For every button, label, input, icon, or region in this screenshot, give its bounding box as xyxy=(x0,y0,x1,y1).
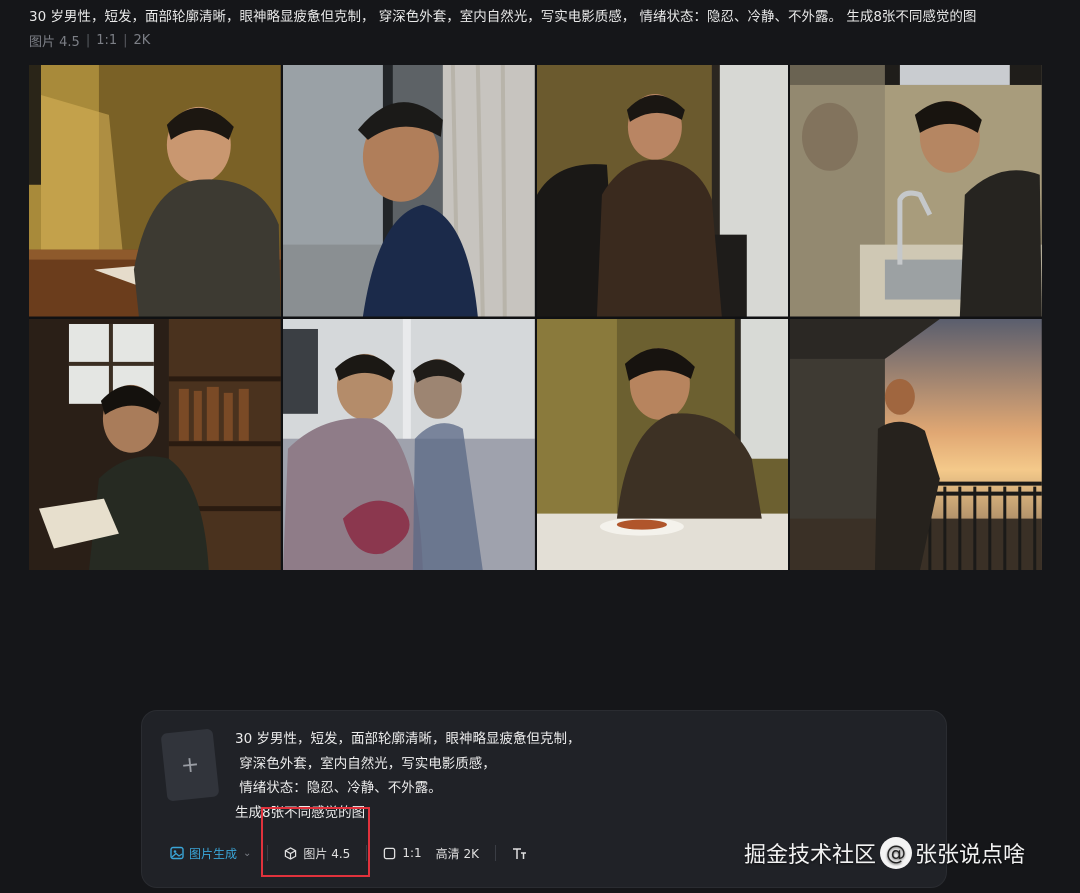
upload-reference-button[interactable]: + xyxy=(160,728,220,802)
toolbar-divider xyxy=(267,845,269,861)
watermark-left: 掘金技术社区 xyxy=(744,843,877,868)
composer-toolbar: 图片生成 ⌄ 图片 4.5 1:1 高清 2K xyxy=(170,841,533,865)
watermark-right: 张张说点啥 xyxy=(915,843,1026,868)
at-icon: @ xyxy=(880,837,913,869)
image-grid xyxy=(29,65,1042,570)
mode-selector[interactable]: 图片生成 ⌄ xyxy=(170,845,251,862)
plus-icon: + xyxy=(179,751,201,779)
generated-image-3[interactable] xyxy=(536,65,789,317)
generated-image-6[interactable] xyxy=(282,318,535,570)
aspect-ratio-icon xyxy=(384,847,396,859)
generation-meta: 图片 4.5 | 1:1 | 2K xyxy=(29,31,150,50)
meta-separator: | xyxy=(123,33,128,48)
meta-quality: 2K xyxy=(133,33,151,48)
generated-image-4[interactable] xyxy=(790,65,1042,317)
prompt-line: 情绪状态：隐忍、冷静、不外露。 xyxy=(235,780,442,796)
text-size-icon xyxy=(512,847,526,859)
quality-label: 高清 2K xyxy=(435,846,479,861)
prompt-line: 生成8张不同感觉的图 xyxy=(235,804,366,821)
cube-icon xyxy=(285,846,297,860)
model-label: 图片 4.5 xyxy=(303,846,351,861)
watermark: 掘金技术社区 @ 张张说点啥 xyxy=(744,837,1025,869)
toolbar-divider xyxy=(366,845,368,861)
prompt-line: 30 岁男性，短发，面部轮廓清晰，眼神略显疲惫但克制， xyxy=(235,731,581,747)
toolbar-divider xyxy=(494,845,496,861)
image-mode-icon xyxy=(170,846,184,860)
mode-label: 图片生成 xyxy=(189,846,238,861)
meta-separator: | xyxy=(85,33,91,48)
prompt-line: 穿深色外套，室内自然光，写实电影质感， xyxy=(235,755,496,772)
generated-image-8[interactable] xyxy=(790,318,1042,570)
prompt-input[interactable]: 30 岁男性，短发，面部轮廓清晰，眼神略显疲惫但克制， 穿深色外套，室内自然光，… xyxy=(235,727,580,825)
ratio-quality-selector[interactable]: 1:1 高清 2K xyxy=(383,845,479,862)
generated-image-7[interactable] xyxy=(536,318,789,570)
meta-model: 图片 4.5 xyxy=(29,35,80,50)
generated-image-1[interactable] xyxy=(29,65,281,317)
meta-ratio: 1:1 xyxy=(96,33,118,48)
model-selector[interactable]: 图片 4.5 xyxy=(284,845,350,862)
chevron-down-icon: ⌄ xyxy=(243,847,252,859)
generated-image-2[interactable] xyxy=(282,65,535,317)
ratio-label: 1:1 xyxy=(402,846,422,860)
generated-image-5[interactable] xyxy=(29,318,281,570)
text-style-button[interactable] xyxy=(512,847,533,860)
prompt-title: 30 岁男性，短发，面部轮廓清晰，眼神略显疲惫但克制， 穿深色外套，室内自然光，… xyxy=(29,9,977,25)
